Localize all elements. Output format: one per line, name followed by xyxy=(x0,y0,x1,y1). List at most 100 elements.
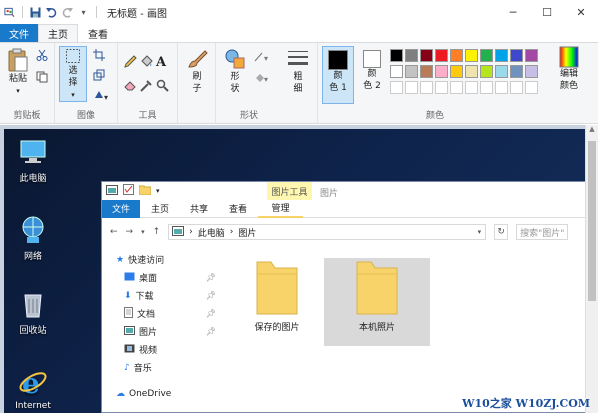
palette-color-swatch[interactable] xyxy=(405,65,418,78)
explorer-tab-manage[interactable]: 管理 xyxy=(258,200,303,218)
paste-button[interactable]: 粘贴 ▾ xyxy=(4,47,32,97)
explorer-tab-home[interactable]: 主页 xyxy=(140,202,180,215)
refresh-icon[interactable]: ↻ xyxy=(494,224,509,240)
nav-item-pictures[interactable]: 图片 📌︎ xyxy=(116,324,216,339)
forward-arrow-icon[interactable]: → xyxy=(126,227,134,237)
palette-color-swatch[interactable] xyxy=(525,65,538,78)
palette-color-swatch[interactable] xyxy=(510,49,523,62)
desktop-icon-network[interactable]: 网络 xyxy=(5,215,61,262)
shape-fill-icon[interactable]: ▾ xyxy=(254,72,272,87)
palette-color-swatch[interactable] xyxy=(435,49,448,62)
eraser-icon[interactable] xyxy=(124,79,140,95)
color-picker-icon[interactable] xyxy=(140,79,156,95)
canvas-image-desktop[interactable]: 此电脑 网络 回收站 e Internet ▾ 图片工具 图片 文件 主页 共享… xyxy=(4,129,585,413)
palette-color-swatch[interactable] xyxy=(390,65,403,78)
new-folder-icon[interactable] xyxy=(138,184,152,198)
brush-button[interactable]: 刷 子 xyxy=(182,47,212,95)
nav-item-music[interactable]: ♪ 音乐 xyxy=(116,360,216,375)
desktop-icon-internet-explorer[interactable]: e Internet xyxy=(5,367,61,411)
rotate-icon[interactable]: ▾ xyxy=(93,89,109,104)
canvas-area[interactable]: 此电脑 网络 回收站 e Internet ▾ 图片工具 图片 文件 主页 共享… xyxy=(0,125,598,413)
custom-color-slot[interactable] xyxy=(390,81,403,94)
scrollbar-thumb[interactable] xyxy=(588,141,596,301)
palette-color-swatch[interactable] xyxy=(510,65,523,78)
edit-colors-button[interactable]: 编辑 颜色 xyxy=(552,46,586,92)
customize-toolbar-chevron-icon[interactable]: ▾ xyxy=(78,7,89,18)
back-arrow-icon[interactable]: ← xyxy=(110,227,118,237)
address-bar[interactable]: › 此电脑 › 图片 ▾ xyxy=(168,224,487,240)
shape-outline-icon[interactable]: ▾ xyxy=(254,51,272,66)
close-button[interactable]: ✕ xyxy=(564,0,598,24)
explorer-tab-view[interactable]: 查看 xyxy=(218,202,258,215)
pin-icon[interactable]: 📌︎ xyxy=(206,309,216,318)
scroll-up-arrow-icon[interactable]: ▲ xyxy=(586,125,598,133)
pencil-icon[interactable] xyxy=(124,55,140,71)
palette-color-swatch[interactable] xyxy=(450,65,463,78)
palette-color-swatch[interactable] xyxy=(450,49,463,62)
chevron-down-icon[interactable]: ▾ xyxy=(156,187,160,195)
custom-color-slot[interactable] xyxy=(435,81,448,94)
palette-color-swatch[interactable] xyxy=(480,49,493,62)
palette-color-swatch[interactable] xyxy=(480,65,493,78)
palette-color-swatch[interactable] xyxy=(525,49,538,62)
custom-color-slot[interactable] xyxy=(525,81,538,94)
save-icon[interactable] xyxy=(30,7,41,18)
custom-color-slot[interactable] xyxy=(495,81,508,94)
address-dropdown-chevron-icon[interactable]: ▾ xyxy=(478,228,482,236)
search-input[interactable]: 搜索"图片" xyxy=(516,224,569,240)
pin-icon[interactable]: 📌︎ xyxy=(206,291,216,300)
pin-icon[interactable]: 📌︎ xyxy=(206,273,216,282)
undo-icon[interactable] xyxy=(46,7,57,18)
custom-color-slot[interactable] xyxy=(420,81,433,94)
palette-color-swatch[interactable] xyxy=(405,49,418,62)
vertical-scrollbar[interactable]: ▲ xyxy=(585,125,598,413)
nav-item-videos[interactable]: 视频 xyxy=(116,342,216,357)
resize-icon[interactable] xyxy=(93,69,109,84)
custom-color-slot[interactable] xyxy=(510,81,523,94)
shapes-button[interactable]: 形 状 xyxy=(220,47,250,95)
chevron-down-icon[interactable]: ▾ xyxy=(141,228,145,236)
palette-color-swatch[interactable] xyxy=(435,65,448,78)
explorer-tab-share[interactable]: 共享 xyxy=(180,202,218,215)
redo-icon[interactable] xyxy=(62,7,73,18)
custom-color-slot[interactable] xyxy=(450,81,463,94)
palette-color-swatch[interactable] xyxy=(465,49,478,62)
cut-icon[interactable] xyxy=(36,49,48,64)
color2-button[interactable]: 颜 色 2 xyxy=(356,46,388,104)
folder-saved-pictures[interactable]: 保存的图片 xyxy=(236,258,318,346)
custom-color-slot[interactable] xyxy=(465,81,478,94)
magnifier-icon[interactable] xyxy=(156,79,172,95)
tab-home[interactable]: 主页 xyxy=(38,24,78,42)
breadcrumb-this-pc[interactable]: 此电脑 xyxy=(198,226,225,239)
desktop-icon-recycle-bin[interactable]: 回收站 xyxy=(5,289,61,336)
copy-icon[interactable] xyxy=(36,71,48,86)
properties-icon[interactable] xyxy=(123,184,134,198)
palette-color-swatch[interactable] xyxy=(390,49,403,62)
color1-button[interactable]: 颜 色 1 xyxy=(322,46,354,104)
palette-color-swatch[interactable] xyxy=(420,49,433,62)
nav-item-desktop[interactable]: 桌面 📌︎ xyxy=(116,270,216,285)
desktop-icon-this-pc[interactable]: 此电脑 xyxy=(5,137,61,184)
crop-icon[interactable] xyxy=(93,49,109,64)
nav-item-documents[interactable]: 文档 📌︎ xyxy=(116,306,216,321)
maximize-button[interactable]: ☐ xyxy=(530,0,564,24)
nav-item-quick-access[interactable]: ★ 快速访问 xyxy=(116,252,216,267)
palette-color-swatch[interactable] xyxy=(465,65,478,78)
custom-color-slot[interactable] xyxy=(405,81,418,94)
tab-view[interactable]: 查看 xyxy=(78,24,118,42)
custom-color-slot[interactable] xyxy=(480,81,493,94)
nav-item-onedrive[interactable]: ☁ OneDrive xyxy=(116,386,216,401)
palette-color-swatch[interactable] xyxy=(495,49,508,62)
paint-app-icon[interactable] xyxy=(4,7,15,18)
tab-file[interactable]: 文件 xyxy=(0,24,38,42)
pin-icon[interactable]: 📌︎ xyxy=(206,327,216,336)
nav-item-downloads[interactable]: ⬇ 下载 📌︎ xyxy=(116,288,216,303)
minimize-button[interactable]: ─ xyxy=(496,0,530,24)
palette-color-swatch[interactable] xyxy=(420,65,433,78)
breadcrumb-pictures[interactable]: 图片 xyxy=(238,226,256,239)
folder-camera-roll[interactable]: 本机照片 xyxy=(324,258,430,346)
explorer-tab-file[interactable]: 文件 xyxy=(102,199,140,218)
fill-bucket-icon[interactable] xyxy=(140,55,156,71)
text-icon[interactable]: A xyxy=(156,55,172,71)
up-arrow-icon[interactable]: ↑ xyxy=(153,227,161,237)
